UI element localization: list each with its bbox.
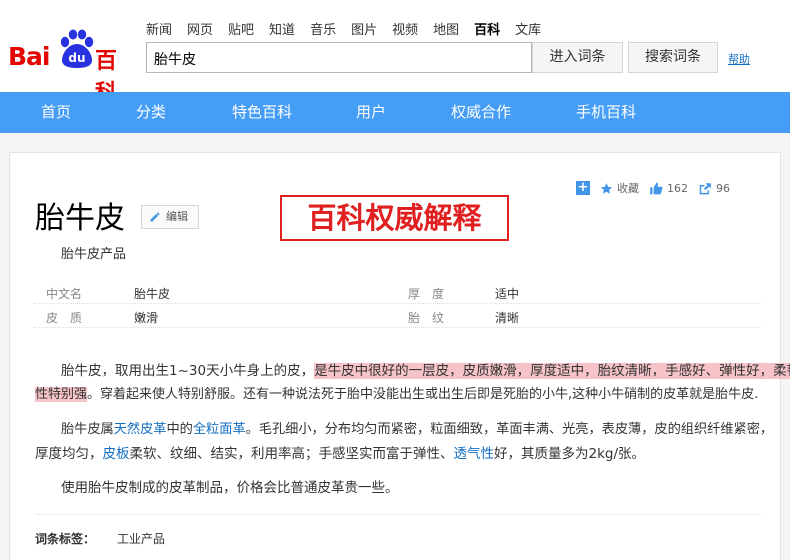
paragraph-3: 使用胎牛皮制成的皮革制品，价格会比普通皮革贵一些。 <box>61 480 399 496</box>
info-label: 厚 度 <box>408 287 445 301</box>
topnav-item-video[interactable]: 视频 <box>392 19 418 38</box>
paragraph-2: 胎牛皮属天然皮革中的全粒面革。毛孔细小，分布均匀而紧密，粒面细致，革面丰满、光亮… <box>35 418 773 466</box>
paragraph-2-line-1: 胎牛皮属天然皮革中的全粒面革。毛孔细小，分布均匀而紧密，粒面细致，革面丰满、光亮… <box>35 418 773 442</box>
like-count: 162 <box>667 181 688 195</box>
topnav-item-tieba[interactable]: 贴吧 <box>228 19 254 38</box>
edit-button[interactable]: 编辑 <box>141 205 199 229</box>
authority-stamp: 百科权威解释 <box>280 195 509 241</box>
logo-bai-text: Bai <box>8 42 50 71</box>
help-link[interactable]: 帮助 <box>728 51 750 67</box>
info-label: 中文名 <box>46 287 83 301</box>
share-count: 96 <box>716 181 730 195</box>
logo-du-text: du <box>68 51 85 65</box>
mainnav-item-featured[interactable]: 特色百科 <box>232 92 292 133</box>
topnav-item-news[interactable]: 新闻 <box>146 19 172 38</box>
pencil-icon <box>150 212 160 222</box>
baidu-baike-logo[interactable]: Bai du 百科 <box>8 28 136 106</box>
divider <box>35 514 762 515</box>
topnav-item-music[interactable]: 音乐 <box>310 19 336 38</box>
basic-info-table: 中文名 胎牛皮 厚 度 适中 皮 质 嫩滑 胎 纹 清晰 <box>34 280 762 328</box>
link-full-grain-leather[interactable]: 全粒面革 <box>193 422 246 437</box>
mainnav-item-authority[interactable]: 权威合作 <box>451 92 511 133</box>
highlighted-text: 性特别强 <box>35 387 88 402</box>
thumbs-up-icon <box>650 182 663 194</box>
topnav-item-zhidao[interactable]: 知道 <box>269 19 295 38</box>
entry-title: 胎牛皮 <box>35 201 125 236</box>
paragraph-text: 。穿着起来使人特别舒服。还有一种说法死于胎中没能出生或出生后即是死胎的小牛,这种… <box>87 387 759 402</box>
info-value: 清晰 <box>495 311 520 325</box>
paragraph-1: 胎牛皮，取用出生1~30天小牛身上的皮，是牛皮中很好的一层皮，皮质嫩滑，厚度适中… <box>35 359 790 407</box>
tags-label: 词条标签： <box>35 532 96 546</box>
paragraph-text: 好，其质量多为2kg/张。 <box>494 446 646 462</box>
like-button[interactable]: 162 <box>649 182 688 195</box>
search-input[interactable]: 胎牛皮 <box>146 42 532 73</box>
entry-card: + 收藏 162 96 胎牛皮 编辑 胎牛皮产品 百科权威解释 中文名 胎牛皮 … <box>9 152 790 560</box>
search-entry-button[interactable]: 搜索词条 <box>628 42 718 73</box>
entry-tools: + 收藏 162 96 <box>576 180 730 196</box>
main-nav: 首页 分类 特色百科 用户 权威合作 手机百科 <box>0 92 790 133</box>
info-row: 皮 质 嫩滑 胎 纹 清晰 <box>34 304 762 328</box>
info-value: 嫩滑 <box>134 311 159 325</box>
collect-label: 收藏 <box>617 182 639 195</box>
link-breathability[interactable]: 透气性 <box>454 446 495 462</box>
paragraph-2-line-2: 厚度均匀，皮板柔软、纹细、结实，利用率高；手感坚实而富于弹性、透气性好，其质量多… <box>35 442 767 466</box>
enter-entry-button[interactable]: 进入词条 <box>532 42 623 73</box>
share-icon <box>699 182 711 194</box>
mainnav-item-category[interactable]: 分类 <box>136 92 166 133</box>
tag-item[interactable]: 工业产品 <box>117 532 165 546</box>
share-button[interactable]: 96 <box>698 182 730 195</box>
info-label: 胎 纹 <box>408 311 445 325</box>
top-nav: 新闻 网页 贴吧 知道 音乐 图片 视频 地图 百科 文库 <box>146 19 556 38</box>
paragraph-text: 。毛孔细小，分布均匀而紧密，粒面细致，革面丰满、光亮，表皮薄，皮的组织纤维紧密， <box>245 422 774 437</box>
info-value: 适中 <box>495 287 520 301</box>
paragraph-text: 中的 <box>166 422 193 437</box>
paragraph-1-line-2: 性特别强。穿着起来使人特别舒服。还有一种说法死于胎中没能出生或出生后即是死胎的小… <box>35 383 767 407</box>
info-row: 中文名 胎牛皮 厚 度 适中 <box>34 280 762 304</box>
collect-button[interactable]: 收藏 <box>600 180 639 196</box>
entry-subtitle: 胎牛皮产品 <box>61 247 127 262</box>
paragraph-text: 厚度均匀， <box>35 446 103 462</box>
mainnav-item-users[interactable]: 用户 <box>356 92 386 133</box>
edit-label: 编辑 <box>166 210 188 223</box>
header: Bai du 百科 新闻 网页 贴吧 知道 音乐 图片 视频 地图 百科 文库 … <box>0 0 790 106</box>
info-label: 皮 质 <box>46 311 83 325</box>
paragraph-text: 胎牛皮，取用出生1~30天小牛身上的皮， <box>61 363 315 379</box>
paragraph-1-line-1: 胎牛皮，取用出生1~30天小牛身上的皮，是牛皮中很好的一层皮，皮质嫩滑，厚度适中… <box>35 359 790 383</box>
mainnav-item-mobile[interactable]: 手机百科 <box>576 92 636 133</box>
topnav-item-wenku[interactable]: 文库 <box>515 19 541 38</box>
topnav-item-map[interactable]: 地图 <box>433 19 459 38</box>
topnav-item-images[interactable]: 图片 <box>351 19 377 38</box>
paragraph-text: 柔软、纹细、结实，利用率高；手感坚实而富于弹性、 <box>129 446 454 462</box>
topnav-item-baike[interactable]: 百科 <box>474 19 500 38</box>
mainnav-item-home[interactable]: 首页 <box>41 92 71 133</box>
highlighted-text: 是牛皮中很好的一层皮，皮质嫩滑，厚度适中，胎纹清晰，手感好、弹性好，柔韧 <box>314 363 790 379</box>
info-value: 胎牛皮 <box>134 287 171 301</box>
star-icon <box>600 182 613 194</box>
add-icon[interactable]: + <box>576 181 590 195</box>
paw-icon: du <box>60 29 94 68</box>
link-leather-board[interactable]: 皮板 <box>103 446 130 462</box>
topnav-item-web[interactable]: 网页 <box>187 19 213 38</box>
paragraph-text: 胎牛皮属 <box>61 422 114 437</box>
link-natural-leather[interactable]: 天然皮革 <box>114 422 167 437</box>
entry-tags: 词条标签： 工业产品 <box>35 530 165 547</box>
